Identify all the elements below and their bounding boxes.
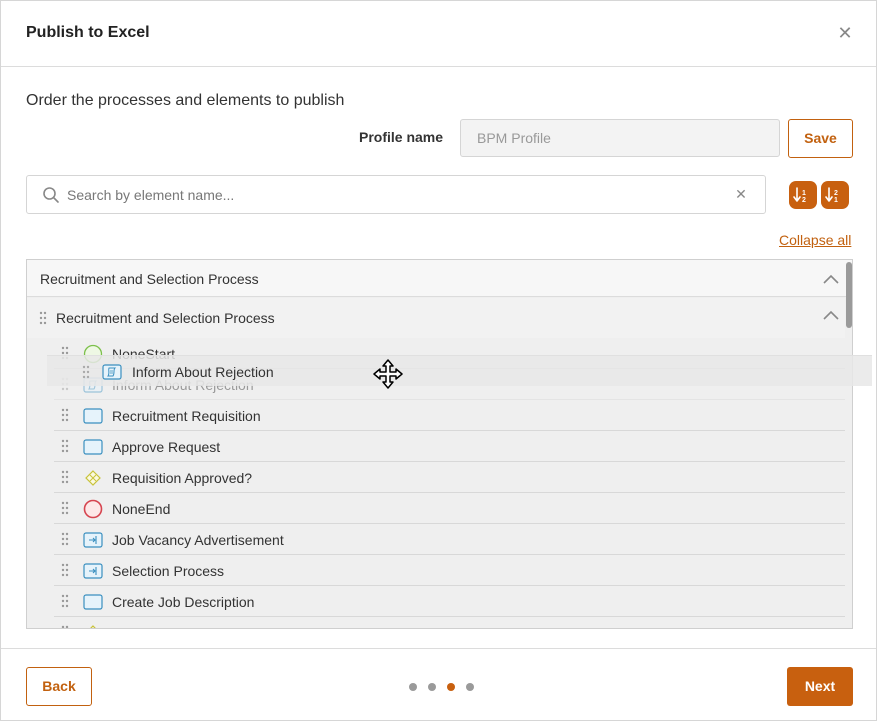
chevron-up-icon[interactable] [823,274,839,284]
scrollbar[interactable] [845,260,852,628]
sort-ascending-icon: 1 2 [793,187,806,204]
drag-handle-icon[interactable] [61,594,69,608]
subprocess-icon [83,563,103,579]
svg-text:2: 2 [802,197,806,204]
list-item-label: Approve Request [112,439,221,455]
svg-text:1: 1 [834,197,838,204]
process-tree: Recruitment and Selection Process Recrui… [26,259,853,629]
back-button[interactable]: Back [26,667,92,706]
list-item[interactable]: Create Job Description [27,586,845,617]
next-button[interactable]: Next [787,667,853,706]
process-header[interactable]: Recruitment and Selection Process [27,260,852,297]
sort-descending-button[interactable]: 2 1 [821,181,849,209]
sort-ascending-button[interactable]: 1 2 [789,181,817,209]
list-item[interactable]: Job Vacancy Advertisement [27,524,845,555]
move-cursor-icon [373,359,403,389]
save-button[interactable]: Save [788,119,853,158]
drag-handle-icon[interactable] [61,470,69,484]
drag-handle-icon[interactable] [61,439,69,453]
drag-preview: Inform About Rejection [47,355,872,386]
gateway-icon [90,625,96,628]
dialog-title: Publish to Excel [26,24,150,41]
process-group-row[interactable]: Recruitment and Selection Process [27,298,845,338]
list-item-label: Requisition Approved? [112,470,253,486]
svg-text:2: 2 [834,190,838,197]
search-input[interactable] [67,177,727,212]
list-item[interactable]: Job Description Exist? [27,617,845,629]
list-item-label: Job Vacancy Advertisement [112,532,284,548]
drag-preview-label: Inform About Rejection [132,364,274,380]
profile-name-label: Profile name [359,129,444,145]
list-item-label: Create Job Description [112,594,255,610]
scrollbar-thumb[interactable] [846,262,852,328]
task-icon [83,439,103,455]
profile-name-input[interactable] [460,119,780,157]
close-icon[interactable]: ✕ [835,23,855,43]
list-item-label: Recruitment Requisition [112,408,261,424]
list-item-label: Job Description Exist? [112,625,251,628]
end-event-icon [83,499,103,519]
list-item[interactable]: Requisition Approved? [27,462,845,493]
drag-handle-icon[interactable] [39,311,47,325]
list-item[interactable]: Approve Request [27,431,845,462]
sort-descending-icon: 2 1 [825,187,838,204]
search-box: ✕ [26,175,766,214]
collapse-all-link[interactable]: Collapse all [779,232,851,248]
drag-handle-icon[interactable] [61,625,69,629]
process-group-label: Recruitment and Selection Process [56,310,275,326]
step-dot [447,683,455,691]
task-icon [83,594,103,610]
list-item-label: NoneEnd [112,501,171,517]
step-dot [466,683,474,691]
step-dot [409,683,417,691]
list-item-label: Selection Process [112,563,225,579]
gateway-icon [85,470,101,486]
drag-handle-icon[interactable] [61,532,69,546]
step-dot [428,683,436,691]
drag-handle-icon[interactable] [61,501,69,515]
dialog-footer: Back Next [1,648,876,722]
list-item[interactable]: Recruitment Requisition [27,400,845,431]
svg-text:1: 1 [802,190,806,197]
drag-handle-icon[interactable] [61,563,69,577]
drag-handle-icon[interactable] [61,408,69,422]
list-item[interactable]: NoneEnd [27,493,845,524]
publish-dialog: Publish to Excel ✕ Order the processes a… [0,0,877,721]
drag-handle-icon [82,365,90,379]
script-task-icon [102,364,122,380]
list-item[interactable]: Selection Process [27,555,845,586]
dialog-header: Publish to Excel ✕ [1,1,876,67]
process-header-label: Recruitment and Selection Process [40,271,259,287]
task-icon [83,408,103,424]
subprocess-icon [83,532,103,548]
instruction-text: Order the processes and elements to publ… [26,92,345,109]
search-icon [43,187,59,203]
clear-icon[interactable]: ✕ [733,185,749,203]
chevron-up-icon[interactable] [823,310,839,320]
